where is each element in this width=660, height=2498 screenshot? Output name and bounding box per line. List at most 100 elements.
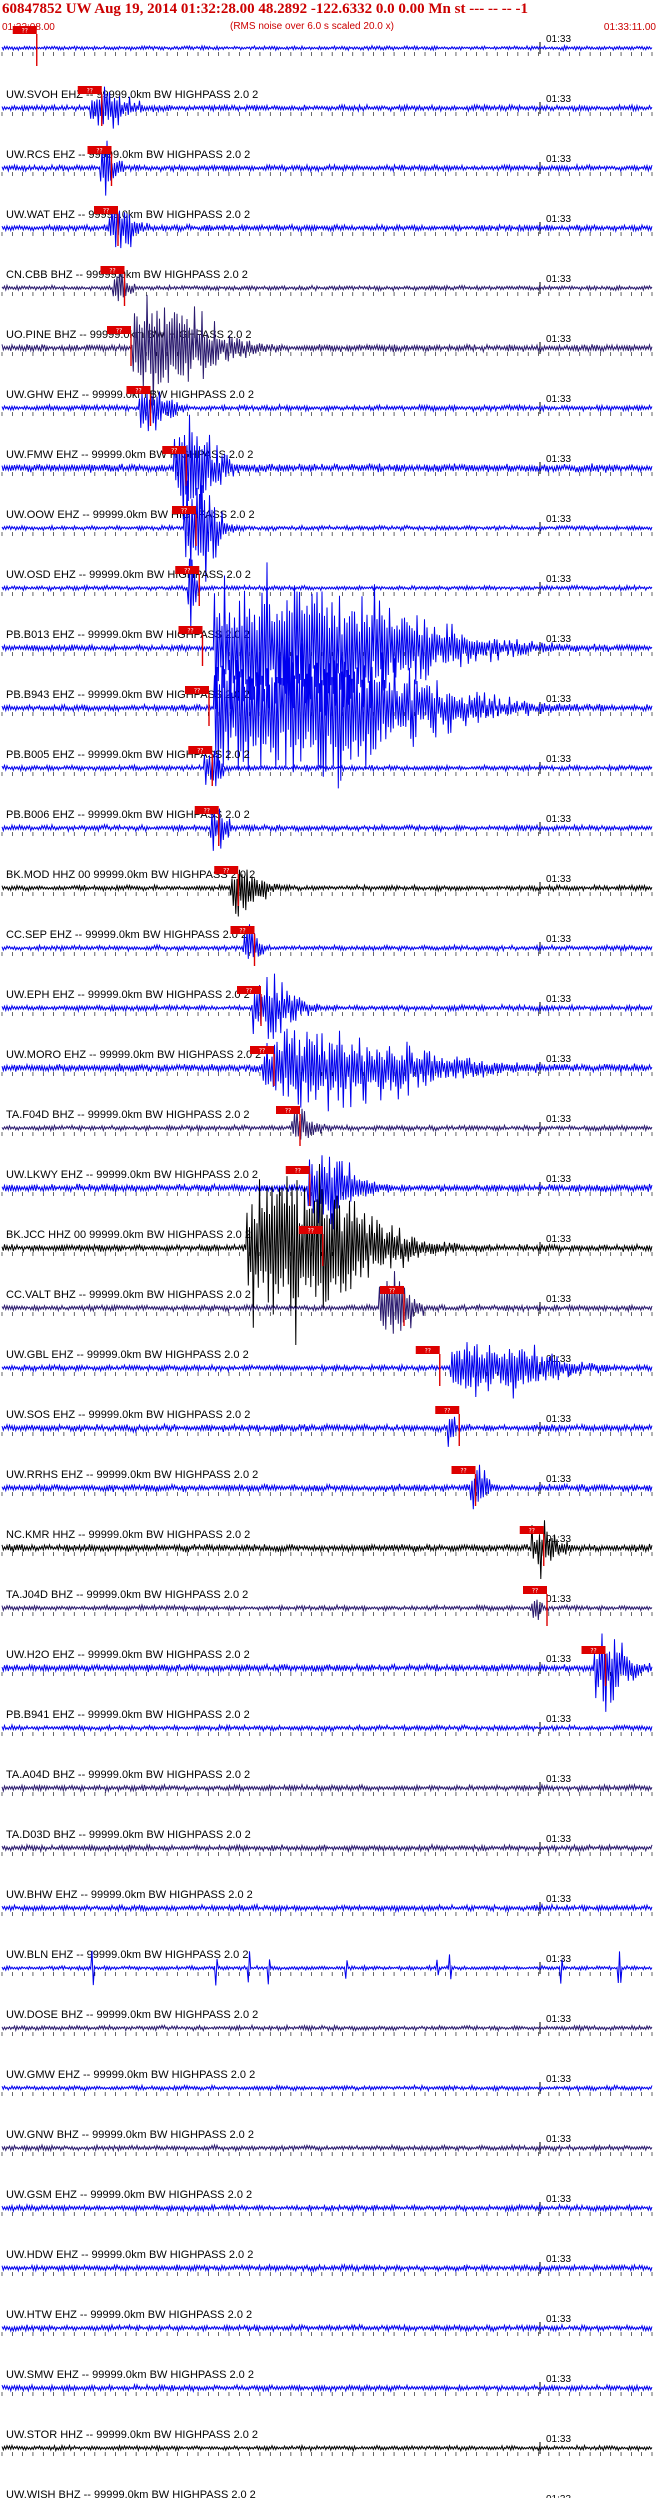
- minute-tick-label: 01:33: [546, 634, 571, 645]
- waveform-trace: [1, 414, 653, 520]
- channel-label: UW.EPH EHZ -- 99999.0km BW HIGHPASS 2.0 …: [6, 989, 250, 1001]
- minute-tick-label: 01:33: [546, 1654, 571, 1665]
- channel-label: UW.H2O EHZ -- 99999.0km BW HIGHPASS 2.0 …: [6, 1649, 250, 1661]
- minute-tick-label: 01:33: [546, 1054, 571, 1065]
- channel-label: UW.BHW EHZ -- 99999.0km BW HIGHPASS 2.0 …: [6, 1889, 253, 1901]
- waveform-trace: [1, 1842, 653, 1854]
- minute-tick-label: 01:33: [546, 1294, 571, 1305]
- channel-label: BK.JCC HHZ 00 99999.0km BW HIGHPASS 2.0 …: [6, 1229, 251, 1241]
- waveform-trace: [1, 2202, 653, 2214]
- waveform-trace: [1, 2443, 653, 2453]
- waveform-trace: [1, 2143, 653, 2153]
- waveform-trace: [1, 1163, 653, 1346]
- channel-label: PB.B005 EHZ -- 99999.0km BW HIGHPASS 2.0…: [6, 749, 250, 761]
- minute-tick-label: 01:33: [546, 2374, 571, 2385]
- minute-tick-label: 01:33: [546, 454, 571, 465]
- minute-tick-label: 01:33: [546, 814, 571, 825]
- pick-label: ??: [308, 1228, 314, 1235]
- seismogram-panel: 01:33??UW.SVOH EHZ -- 99999.0km BW HIGHP…: [1, 26, 653, 2498]
- pick-label: ??: [109, 268, 115, 275]
- waveform-trace: [1, 2023, 653, 2033]
- pick-label: ??: [460, 1468, 466, 1475]
- waveform-trace: [1, 1902, 653, 1914]
- minute-tick-label: 01:33: [546, 154, 571, 165]
- minute-tick-label: 01:33: [546, 2074, 571, 2085]
- waveform-trace: [1, 973, 653, 1039]
- waveform-trace: [1, 43, 653, 52]
- pick-label: ??: [239, 928, 245, 935]
- channel-label: UW.GMW EHZ -- 99999.0km BW HIGHPASS 2.0 …: [6, 2069, 255, 2081]
- channel-label: TA.A04D BHZ -- 99999.0km BW HIGHPASS 2.0…: [6, 1769, 250, 1781]
- pick-label: ??: [259, 1048, 265, 1055]
- waveform-trace: [1, 2382, 653, 2393]
- minute-tick-label: 01:33: [546, 274, 571, 285]
- pick-label: ??: [194, 688, 200, 695]
- channel-label: TA.J04D BHZ -- 99999.0km BW HIGHPASS 2.0…: [6, 1589, 248, 1601]
- waveform-trace: [1, 1723, 653, 1733]
- channel-label: CN.CBB BHZ -- 99999.0km BW HIGHPASS 2.0 …: [6, 269, 248, 281]
- minute-tick-label: 01:33: [546, 1834, 571, 1845]
- waveform-trace: [1, 480, 653, 582]
- channel-label: TA.D03D BHZ -- 99999.0km BW HIGHPASS 2.0…: [6, 1829, 251, 1841]
- waveform-trace: [1, 2263, 653, 2274]
- minute-tick-label: 01:33: [546, 34, 571, 45]
- channel-label: TA.F04D BHZ -- 99999.0km BW HIGHPASS 2.0…: [6, 1109, 250, 1121]
- channel-label: UW.HTW EHZ -- 99999.0km BW HIGHPASS 2.0 …: [6, 2309, 252, 2321]
- minute-tick-label: 01:33: [546, 1474, 571, 1485]
- minute-tick-label: 01:33: [546, 2194, 571, 2205]
- channel-label: UW.GSM EHZ -- 99999.0km BW HIGHPASS 2.0 …: [6, 2189, 252, 2201]
- minute-tick-label: 01:33: [546, 1594, 571, 1605]
- channel-label: CC.SEP EHZ -- 99999.0km BW HIGHPASS 2.0 …: [6, 929, 247, 941]
- pick-label: ??: [103, 208, 109, 215]
- pick-label: ??: [197, 748, 203, 755]
- minute-tick-label: 01:33: [546, 1234, 571, 1245]
- waveform-trace: [1, 1782, 653, 1794]
- channel-label: UW.OSD EHZ -- 99999.0km BW HIGHPASS 2.0 …: [6, 569, 251, 581]
- pick-label: ??: [590, 1648, 596, 1655]
- pick-label: ??: [529, 1528, 535, 1535]
- minute-tick-label: 01:33: [546, 1114, 571, 1125]
- minute-tick-label: 01:33: [546, 394, 571, 405]
- minute-tick-label: 01:33: [546, 2254, 571, 2265]
- channel-label: UW.WAT EHZ -- 99999.0km BW HIGHPASS 2.0 …: [6, 209, 250, 221]
- channel-label: UW.MORO EHZ -- 99999.0km BW HIGHPASS 2.0…: [6, 1049, 261, 1061]
- channel-label: UW.LKWY EHZ -- 99999.0km BW HIGHPASS 2.0…: [6, 1169, 258, 1181]
- channel-label: UW.WISH BHZ -- 99999.0km BW HIGHPASS 2.0…: [6, 2489, 256, 2498]
- channel-label: UW.RRHS EHZ -- 99999.0km BW HIGHPASS 2.0…: [6, 1469, 258, 1481]
- channel-label: UW.SMW EHZ -- 99999.0km BW HIGHPASS 2.0 …: [6, 2369, 254, 2381]
- minute-tick-label: 01:33: [546, 1954, 571, 1965]
- channel-label: UW.SOS EHZ -- 99999.0km BW HIGHPASS 2.0 …: [6, 1409, 250, 1421]
- minute-tick-label: 01:33: [546, 1774, 571, 1785]
- minute-tick-label: 01:33: [546, 2314, 571, 2325]
- pick-label: ??: [187, 628, 193, 635]
- pick-label: ??: [246, 988, 252, 995]
- minute-tick-label: 01:33: [546, 2014, 571, 2025]
- waveform-trace: [1, 2083, 653, 2093]
- waveform-trace: [1, 2323, 653, 2333]
- pick-label: ??: [87, 88, 93, 95]
- minute-tick-label: 01:33: [546, 2134, 571, 2145]
- pick-label: ??: [184, 568, 190, 575]
- minute-tick-label: 01:33: [546, 214, 571, 225]
- channel-label: UW.DOSE BHZ -- 99999.0km BW HIGHPASS 2.0…: [6, 2009, 258, 2021]
- pick-label: ??: [223, 868, 229, 875]
- pick-label: ??: [295, 1168, 301, 1175]
- minute-tick-label: 01:33: [546, 934, 571, 945]
- minute-tick-label: 01:33: [546, 94, 571, 105]
- pick-label: ??: [22, 28, 28, 35]
- channel-label: UW.HDW EHZ -- 99999.0km BW HIGHPASS 2.0 …: [6, 2249, 253, 2261]
- pick-label: ??: [425, 1348, 431, 1355]
- minute-tick-label: 01:33: [546, 1174, 571, 1185]
- minute-tick-label: 01:33: [546, 694, 571, 705]
- pick-label: ??: [96, 148, 102, 155]
- channel-label: UW.GBL EHZ -- 99999.0km BW HIGHPASS 2.0 …: [6, 1349, 249, 1361]
- pick-label: ??: [389, 1288, 395, 1295]
- pick-label: ??: [116, 328, 122, 335]
- waveform-trace: [1, 1028, 653, 1112]
- pick-label: ??: [181, 508, 187, 515]
- pick-label: ??: [171, 448, 177, 455]
- pick-label: ??: [285, 1108, 291, 1115]
- channel-label: UW.BLN EHZ -- 99999.0km BW HIGHPASS 2.0 …: [6, 1949, 248, 1961]
- channel-label: UW.RCS EHZ -- 99999.0km BW HIGHPASS 2.0 …: [6, 149, 250, 161]
- minute-tick-label: 01:33: [546, 2494, 571, 2498]
